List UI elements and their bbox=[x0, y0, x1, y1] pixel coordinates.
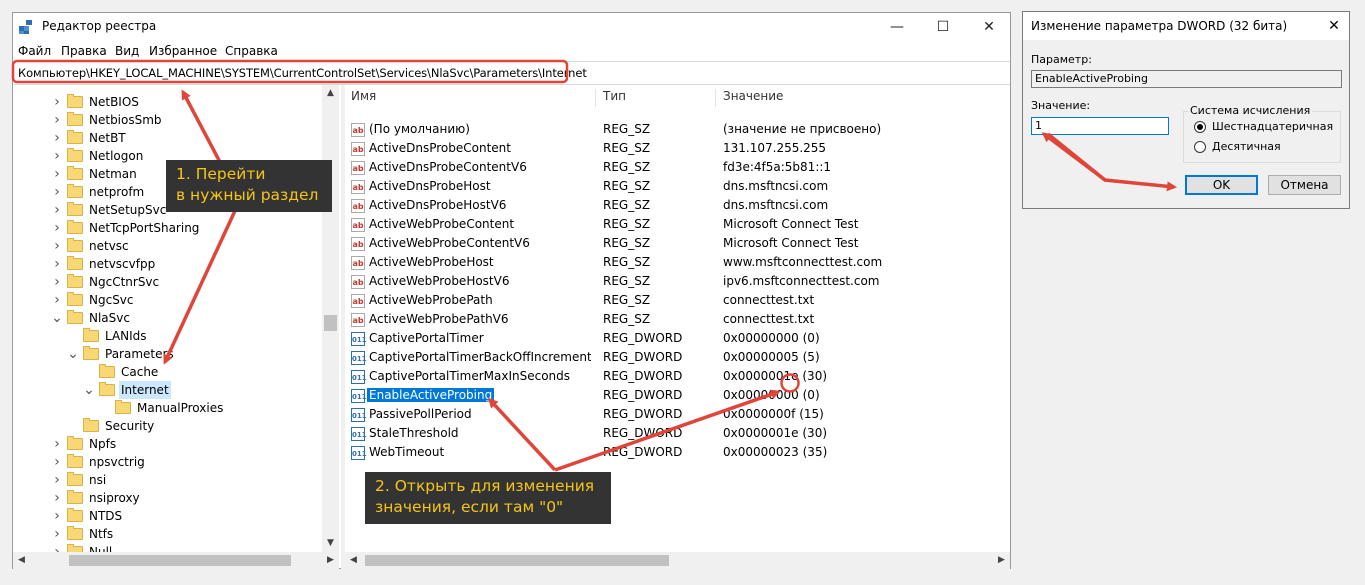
callout-step-1: 1. Перейти в нужный раздел bbox=[166, 160, 332, 212]
callout-step-2-line2: значения, если там "0" bbox=[375, 498, 564, 516]
arrow-to-value-input bbox=[1041, 132, 1107, 182]
value-zero-highlight bbox=[780, 373, 800, 393]
address-highlight bbox=[11, 59, 569, 84]
callout-step-1-line1: 1. Перейти bbox=[176, 165, 266, 183]
arrow-to-parameter bbox=[487, 397, 557, 472]
arrow-to-ok bbox=[1046, 132, 1177, 192]
arrow-to-internet-key bbox=[163, 199, 242, 365]
callout-step-1-line2: в нужный раздел bbox=[176, 186, 319, 204]
arrow-to-value bbox=[554, 389, 781, 472]
callout-step-2-line1: 2. Открыть для изменения bbox=[375, 477, 595, 495]
callout-step-2: 2. Открыть для изменения значения, если … bbox=[365, 472, 611, 524]
annotation-overlay bbox=[11, 59, 1177, 472]
